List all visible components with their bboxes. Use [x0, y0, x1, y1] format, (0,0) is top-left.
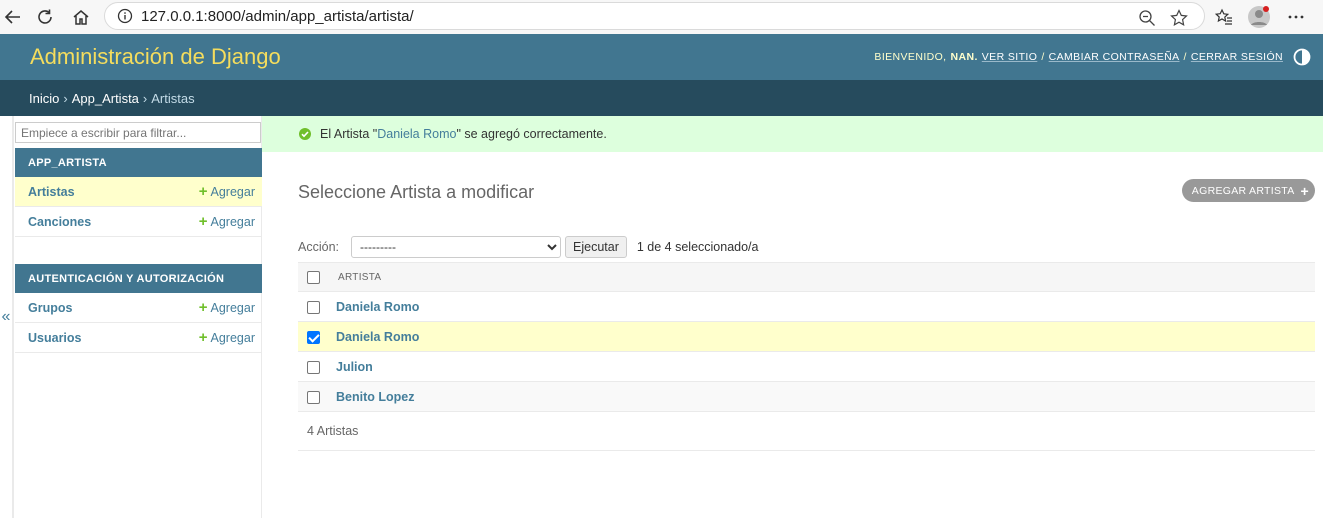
sidebar-item-artistas: Artistas + Agregar	[15, 177, 262, 207]
paginator: 4 Artistas	[298, 411, 1315, 451]
separator: /	[1041, 51, 1045, 63]
main-container: « APP_ARTISTA Artistas +Agregar Cancione…	[0, 116, 1323, 518]
module-caption[interactable]: AUTENTICACIÓN Y AUTORIZACIÓN	[15, 264, 262, 293]
page-title: Seleccione Artista a modificar	[298, 182, 535, 202]
row-cell: Daniela Romo	[336, 291, 1315, 322]
welcome-text: BIENVENIDO,	[874, 51, 947, 63]
add-cancion-link[interactable]: + Agregar	[199, 213, 255, 230]
row-checkbox-cell	[298, 291, 336, 322]
success-message: El Artista "Daniela Romo" se agregó corr…	[262, 116, 1323, 152]
content-area: El Artista "Daniela Romo" se agregó corr…	[262, 116, 1323, 518]
sidebar-item-usuarios: Usuarios + Agregar	[15, 323, 262, 353]
row-cell: Julion	[336, 351, 1315, 382]
action-select[interactable]: ---------	[351, 235, 561, 258]
plus-icon: +	[198, 183, 208, 200]
sidebar-item-label[interactable]: Artistas	[28, 185, 75, 199]
row-cell: Daniela Romo	[336, 321, 1315, 352]
breadcrumb-separator: ›	[142, 90, 148, 106]
module-auth: AUTENTICACIÓN Y AUTORIZACIÓN Grupos + Agr…	[15, 264, 262, 353]
select-all-cell	[298, 262, 336, 292]
action-label: Acción:	[298, 239, 339, 254]
plus-icon: +	[198, 213, 208, 230]
change-password-link[interactable]: CAMBIAR CONTRASEÑA	[1049, 51, 1180, 63]
browser-toolbar: 127.0.0.1:8000/admin/app_artista/artista…	[0, 0, 1323, 34]
username: NAN.	[950, 51, 978, 63]
separator: /	[1183, 51, 1187, 63]
row-checkbox[interactable]	[307, 390, 320, 404]
table-row: Julion	[298, 351, 1315, 382]
logout-link[interactable]: CERRAR SESIÓN	[1191, 51, 1283, 63]
add-button-label: AGREGAR ARTISTA	[1191, 184, 1295, 197]
add-usuario-link[interactable]: + Agregar	[199, 329, 255, 346]
message-suffix: " se agregó correctamente.	[456, 127, 607, 141]
add-artista-button[interactable]: AGREGAR ARTISTA +	[1181, 179, 1315, 202]
sidebar-item-label[interactable]: Usuarios	[28, 331, 82, 345]
plus-icon: +	[198, 329, 208, 346]
view-site-link[interactable]: VER SITIO	[982, 51, 1038, 63]
row-checkbox-cell	[298, 321, 336, 352]
sidebar-item-label[interactable]: Grupos	[28, 301, 72, 315]
breadcrumb-current: Artistas	[151, 90, 195, 106]
row-checkbox-cell	[298, 381, 336, 412]
favorite-star-icon[interactable]	[1170, 9, 1188, 27]
row-link[interactable]: Daniela Romo	[336, 300, 419, 314]
table-row: Daniela Romo	[298, 291, 1315, 322]
site-info-icon[interactable]	[113, 8, 137, 24]
success-text: El Artista "Daniela Romo" se agregó corr…	[320, 127, 607, 141]
sidebar-filter-input[interactable]	[15, 122, 261, 143]
toggle-sidebar-button[interactable]: «	[0, 116, 13, 518]
user-tools: BIENVENIDO, NAN. VER SITIO / CAMBIAR CON…	[874, 48, 1311, 66]
add-label: Agregar	[210, 300, 255, 315]
more-options-icon[interactable]	[1283, 4, 1309, 30]
site-branding[interactable]: Administración de Django	[30, 44, 281, 70]
sidebar-item-canciones: Canciones + Agregar	[15, 207, 262, 237]
home-icon[interactable]	[68, 4, 94, 30]
zoom-out-icon[interactable]	[1138, 9, 1156, 27]
add-label: Agregar	[210, 184, 255, 199]
module-app-artista: APP_ARTISTA Artistas + Agregar Canciones …	[15, 148, 262, 237]
plus-icon: +	[198, 299, 208, 316]
row-link[interactable]: Julion	[336, 360, 373, 374]
row-checkbox[interactable]	[307, 300, 320, 314]
row-checkbox-cell	[298, 351, 336, 382]
row-link[interactable]: Daniela Romo	[336, 330, 419, 344]
row-checkbox[interactable]	[307, 330, 320, 344]
url-text: 127.0.0.1:8000/admin/app_artista/artista…	[141, 7, 414, 25]
add-label: Agregar	[210, 214, 255, 229]
admin-header: Administración de Django BIENVENIDO, NAN…	[0, 34, 1323, 80]
plus-icon: +	[1300, 182, 1309, 199]
add-label: Agregar	[210, 330, 255, 345]
selection-counter: 1 de 4 seleccionado/a	[636, 239, 759, 254]
favorites-list-icon[interactable]	[1211, 4, 1237, 30]
execute-button[interactable]: Ejecutar	[565, 235, 627, 258]
column-header[interactable]: ARTISTA	[336, 262, 1315, 292]
row-cell: Benito Lopez	[336, 381, 1315, 412]
column-header-label: ARTISTA	[338, 271, 382, 283]
breadcrumb-separator: ›	[63, 90, 68, 106]
sidebar-item-label[interactable]: Canciones	[28, 215, 91, 229]
profile-avatar-icon[interactable]	[1246, 4, 1272, 30]
reload-icon[interactable]	[32, 4, 58, 30]
add-grupo-link[interactable]: + Agregar	[199, 299, 255, 316]
add-artista-link[interactable]: + Agregar	[199, 183, 255, 200]
breadcrumb-app[interactable]: App_Artista	[72, 91, 139, 106]
row-checkbox[interactable]	[307, 360, 320, 374]
table-row: Benito Lopez	[298, 381, 1315, 412]
select-all-checkbox[interactable]	[307, 270, 320, 284]
result-list: ARTISTA Daniela Romo Daniela Romo Julion	[298, 262, 1315, 412]
theme-toggle-icon[interactable]	[1293, 48, 1311, 66]
actions-bar: Acción: --------- Ejecutar 1 de 4 selecc…	[298, 231, 758, 262]
module-caption[interactable]: APP_ARTISTA	[15, 148, 262, 177]
back-arrow-icon[interactable]	[0, 4, 26, 30]
breadcrumb: Inicio › App_Artista › Artistas	[0, 80, 1323, 116]
success-check-icon	[299, 128, 311, 140]
row-link[interactable]: Benito Lopez	[336, 390, 414, 404]
breadcrumb-home[interactable]: Inicio	[29, 91, 59, 106]
message-prefix: El Artista "	[320, 127, 378, 141]
sidebar-item-grupos: Grupos + Agregar	[15, 293, 262, 323]
address-bar[interactable]: 127.0.0.1:8000/admin/app_artista/artista…	[104, 2, 1205, 30]
table-row: Daniela Romo	[298, 321, 1315, 352]
nav-sidebar: APP_ARTISTA Artistas +Agregar Canciones …	[13, 116, 262, 518]
message-object-link[interactable]: Daniela Romo	[377, 127, 456, 141]
